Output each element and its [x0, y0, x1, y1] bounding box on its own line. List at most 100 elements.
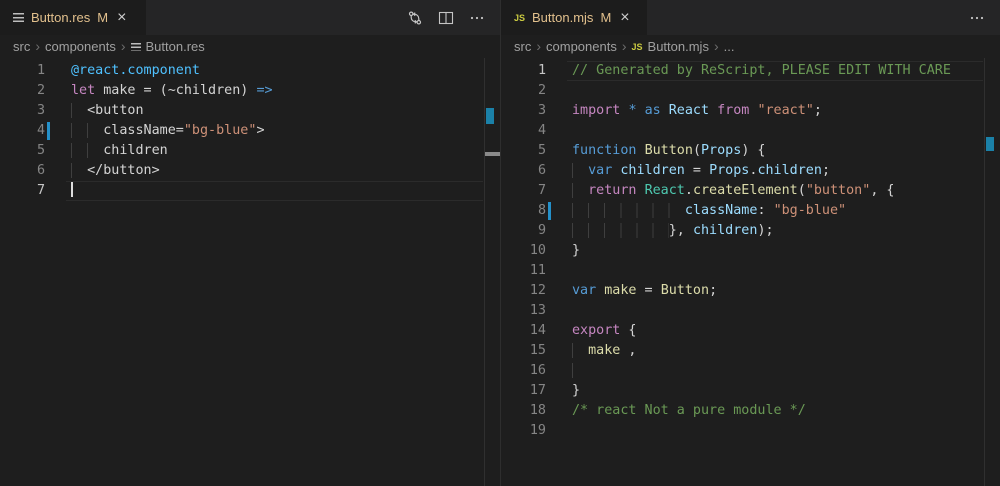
- line-number: 10: [501, 241, 546, 261]
- code-editor-rescript[interactable]: 1 @react.component2let make = (~children)…: [0, 58, 500, 486]
- code-line[interactable]: 6 </button>: [0, 161, 500, 181]
- breadcrumb-item-components[interactable]: components: [45, 39, 116, 54]
- code-line[interactable]: 3import * as React from "react";: [501, 101, 1000, 121]
- code-editor-javascript[interactable]: 1// Generated by ReScript, PLEASE EDIT W…: [501, 58, 1000, 486]
- line-number: 4: [0, 121, 45, 141]
- gutter: [45, 141, 71, 161]
- code-text: children: [71, 141, 168, 161]
- code-line[interactable]: 17}: [501, 381, 1000, 401]
- code-line[interactable]: 19: [501, 421, 1000, 441]
- code-line[interactable]: 4: [501, 121, 1000, 141]
- code-line[interactable]: 5 children: [0, 141, 500, 161]
- gutter: [45, 61, 71, 81]
- overview-modified-marker: [486, 108, 494, 124]
- code-text: import * as React from "react";: [572, 101, 822, 121]
- more-actions-icon[interactable]: [466, 7, 488, 29]
- breadcrumb-item-src[interactable]: src: [13, 39, 30, 54]
- code-line[interactable]: 12 var make = Button;: [501, 281, 1000, 301]
- breadcrumb-item-symbol[interactable]: ...: [724, 39, 735, 54]
- gutter: [546, 161, 572, 181]
- editor-pane-left: Button.res M ×: [0, 0, 500, 486]
- line-number: 15: [501, 341, 546, 361]
- code-line[interactable]: 7 return React.createElement("button", {: [501, 181, 1000, 201]
- code-line[interactable]: 13: [501, 301, 1000, 321]
- line-number: 5: [0, 141, 45, 161]
- code-line[interactable]: 15 make ,: [501, 341, 1000, 361]
- code-text: return React.createElement("button", {: [572, 181, 895, 201]
- gutter: [546, 121, 572, 141]
- code-text: var make = Button;: [572, 281, 717, 301]
- more-actions-icon[interactable]: [966, 7, 988, 29]
- code-text: [572, 361, 588, 381]
- line-number: 11: [501, 261, 546, 281]
- code-line[interactable]: 9 }, children);: [501, 221, 1000, 241]
- code-line[interactable]: 2: [501, 81, 1000, 101]
- line-number: 1: [0, 61, 45, 81]
- code-text: /* react Not a pure module */: [572, 401, 806, 421]
- editor-pane-right: JS Button.mjs M × src › components › JS …: [500, 0, 1000, 486]
- gutter: [546, 381, 572, 401]
- breadcrumb-item-file[interactable]: JS Button.mjs: [632, 39, 709, 54]
- code-line[interactable]: 7: [0, 181, 500, 201]
- code-line[interactable]: 1 @react.component: [0, 61, 500, 81]
- tab-label: Button.mjs: [532, 10, 593, 25]
- code-text: }, children);: [572, 221, 774, 241]
- code-text: function Button(Props) {: [572, 141, 766, 161]
- git-modified-badge: M: [600, 10, 611, 25]
- chevron-right-icon: ›: [35, 39, 40, 53]
- gutter: [546, 241, 572, 261]
- code-line[interactable]: 4 className="bg-blue">: [0, 121, 500, 141]
- text-cursor: [71, 181, 73, 197]
- code-line[interactable]: 5function Button(Props) {: [501, 141, 1000, 161]
- close-icon[interactable]: ×: [618, 10, 631, 26]
- tab-button-mjs[interactable]: JS Button.mjs M ×: [501, 0, 647, 35]
- overview-cursor-marker: [485, 152, 500, 156]
- line-number: 7: [0, 181, 45, 201]
- breadcrumb-item-file[interactable]: Button.res: [131, 39, 205, 54]
- code-line[interactable]: 1// Generated by ReScript, PLEASE EDIT W…: [501, 61, 1000, 81]
- line-number: 2: [501, 81, 546, 101]
- tab-button-res[interactable]: Button.res M ×: [0, 0, 146, 35]
- code-line[interactable]: 2let make = (~children) =>: [0, 81, 500, 101]
- code-text: className: "bg-blue": [572, 201, 846, 221]
- close-icon[interactable]: ×: [115, 10, 128, 26]
- code-text: className="bg-blue">: [71, 121, 265, 141]
- gutter: [45, 101, 71, 121]
- gutter: [45, 161, 71, 181]
- chevron-right-icon: ›: [121, 39, 126, 53]
- code-line[interactable]: 16: [501, 361, 1000, 381]
- code-text: @react.component: [71, 61, 200, 81]
- line-number: 9: [501, 221, 546, 241]
- line-number: 13: [501, 301, 546, 321]
- tab-bar-right: JS Button.mjs M ×: [501, 0, 1000, 35]
- js-icon: JS: [514, 13, 525, 23]
- breadcrumb-item-src[interactable]: src: [514, 39, 531, 54]
- line-number: 17: [501, 381, 546, 401]
- gutter: [546, 181, 572, 201]
- file-list-icon: [13, 13, 24, 22]
- code-line[interactable]: 14export {: [501, 321, 1000, 341]
- code-line[interactable]: 8 className: "bg-blue": [501, 201, 1000, 221]
- git-modified-badge: M: [97, 10, 108, 25]
- code-line[interactable]: 11: [501, 261, 1000, 281]
- code-text: <button: [71, 101, 144, 121]
- chevron-right-icon: ›: [622, 39, 627, 53]
- line-number: 6: [501, 161, 546, 181]
- code-line[interactable]: 3 <button: [0, 101, 500, 121]
- overview-ruler[interactable]: [984, 58, 1000, 486]
- code-line[interactable]: 10}: [501, 241, 1000, 261]
- gutter: [546, 341, 572, 361]
- line-number: 3: [0, 101, 45, 121]
- tab-bar-left: Button.res M ×: [0, 0, 500, 35]
- line-number: 2: [0, 81, 45, 101]
- overview-ruler[interactable]: [484, 58, 500, 486]
- line-number: 12: [501, 281, 546, 301]
- code-text: var children = Props.children;: [572, 161, 830, 181]
- line-number: 4: [501, 121, 546, 141]
- code-line[interactable]: 6 var children = Props.children;: [501, 161, 1000, 181]
- breadcrumb-item-components[interactable]: components: [546, 39, 617, 54]
- open-changes-icon[interactable]: [404, 7, 426, 29]
- code-line[interactable]: 18/* react Not a pure module */: [501, 401, 1000, 421]
- code-text: }: [572, 381, 580, 401]
- split-editor-icon[interactable]: [435, 7, 457, 29]
